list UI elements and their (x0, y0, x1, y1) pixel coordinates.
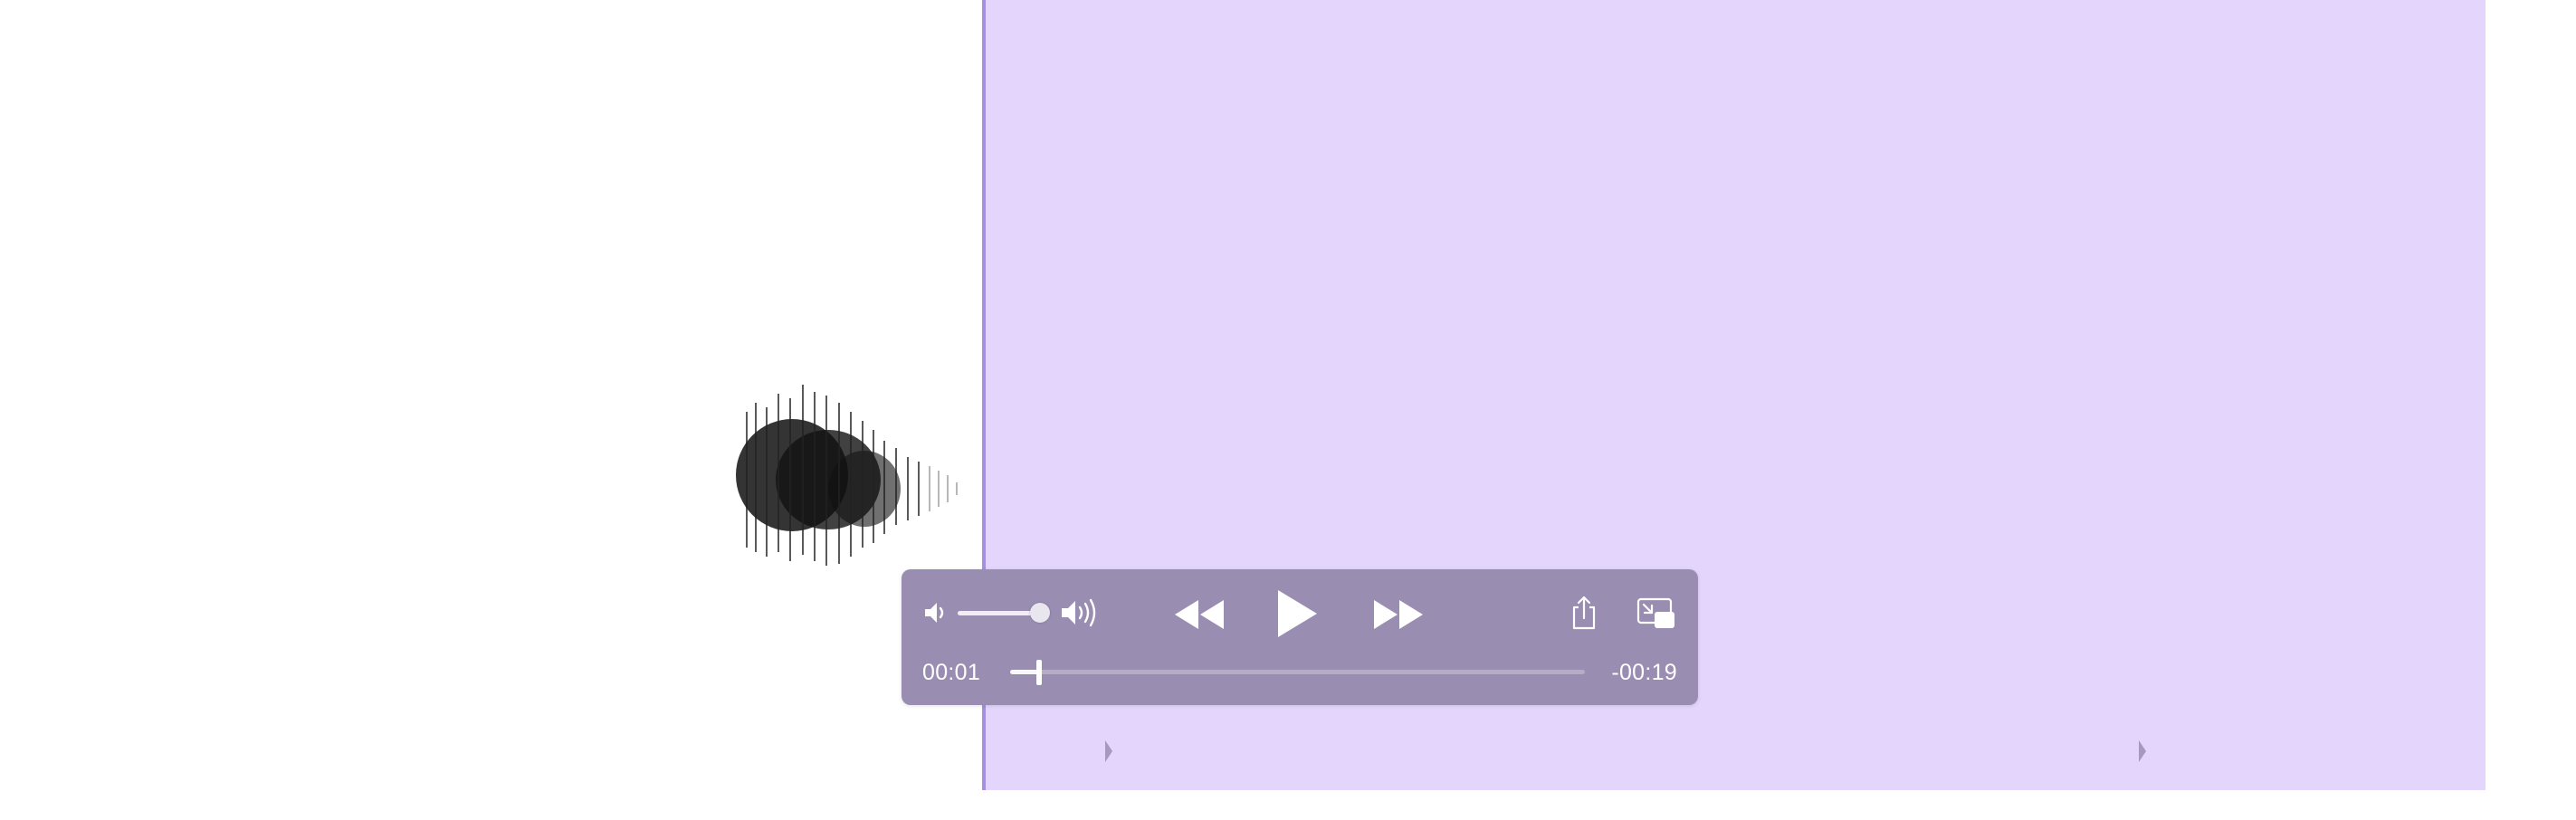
remaining-time: -00:19 (1611, 660, 1677, 685)
scrubber-thumb[interactable] (1036, 660, 1042, 685)
fast-forward-icon[interactable] (1372, 596, 1425, 633)
picture-in-picture-icon[interactable] (1636, 596, 1676, 631)
play-icon[interactable] (1273, 587, 1320, 640)
marker-icon (2136, 739, 2149, 764)
speaker-low-icon[interactable] (921, 598, 950, 627)
share-icon[interactable] (1569, 595, 1598, 631)
speaker-high-icon[interactable] (1059, 596, 1101, 629)
scrubber-progress (1010, 670, 1039, 674)
scrubber-track[interactable] (1010, 670, 1585, 674)
media-controls: 00:01 -00:19 (902, 569, 1698, 705)
spectrogram-viewer: 00:01 -00:19 (0, 0, 2576, 820)
spectrogram-signal (729, 376, 968, 575)
elapsed-time: 00:01 (922, 660, 981, 685)
rewind-icon[interactable] (1173, 596, 1226, 633)
marker-icon (1102, 739, 1115, 764)
volume-slider-knob[interactable] (1030, 603, 1050, 623)
